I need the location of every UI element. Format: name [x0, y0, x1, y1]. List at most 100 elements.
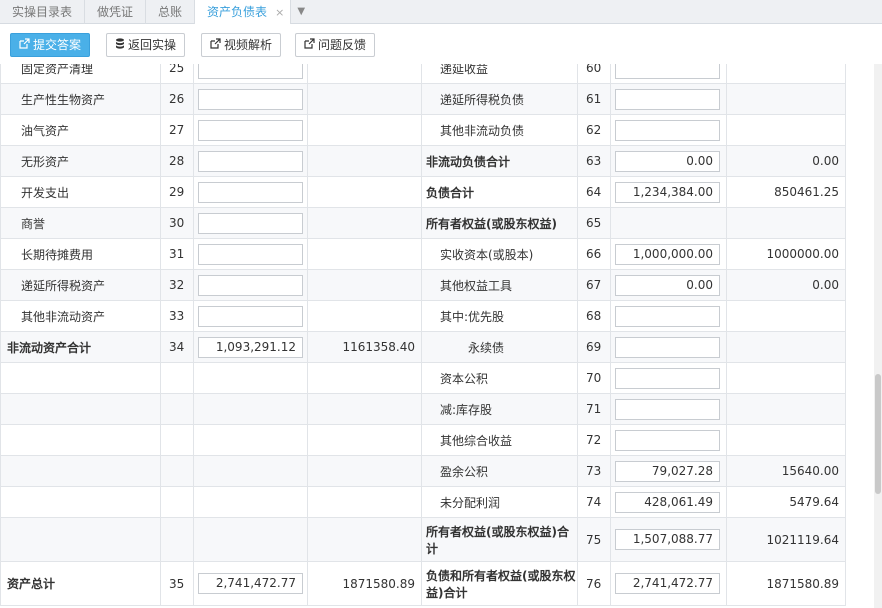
- liability-item-name: 负债合计: [421, 176, 578, 208]
- liability-end-balance-input[interactable]: [615, 305, 720, 327]
- back-to-practice-button[interactable]: 返回实操: [106, 33, 186, 57]
- asset-prior-balance: [307, 145, 422, 177]
- asset-end-balance-input[interactable]: [198, 150, 303, 172]
- liability-end-balance-input[interactable]: 428,061.49: [615, 491, 720, 513]
- liability-prior-balance: 1021119.64: [726, 517, 846, 562]
- asset-end-balance-input[interactable]: [198, 88, 303, 110]
- asset-end-balance-input-cell: [193, 114, 308, 146]
- asset-prior-balance: [307, 238, 422, 270]
- asset-prior-balance: [307, 176, 422, 208]
- liability-item-name: 所有者权益(或股东权益): [421, 207, 578, 239]
- table-row: 商誉 30 所有者权益(或股东权益) 65: [0, 207, 846, 239]
- asset-end-balance-input-cell: [193, 269, 308, 301]
- tab-make-voucher[interactable]: 做凭证: [85, 0, 147, 24]
- table-row: 减:库存股 71: [0, 393, 846, 425]
- toolbar: 提交答案 返回实操 视频解析 问题反馈: [0, 24, 882, 64]
- asset-line-number: 27: [160, 114, 194, 146]
- asset-line-number: 29: [160, 176, 194, 208]
- liability-prior-balance: [726, 83, 846, 115]
- asset-prior-balance: [307, 207, 422, 239]
- liability-end-balance-input[interactable]: [615, 398, 720, 420]
- liability-end-balance-input[interactable]: [615, 88, 720, 110]
- asset-end-balance-input-cell: [193, 517, 308, 562]
- liability-prior-balance: [726, 362, 846, 394]
- feedback-button[interactable]: 问题反馈: [295, 33, 376, 57]
- liability-line-number: 67: [577, 269, 611, 301]
- asset-end-balance-input[interactable]: [198, 181, 303, 203]
- vertical-scrollbar[interactable]: [874, 64, 882, 608]
- asset-end-balance-input[interactable]: [198, 243, 303, 265]
- asset-end-balance-input-cell: [193, 238, 308, 270]
- liability-end-balance-input[interactable]: [615, 429, 720, 451]
- asset-item-name: 非流动资产合计: [0, 331, 161, 363]
- asset-end-balance-input[interactable]: [198, 64, 303, 79]
- liability-end-balance-input[interactable]: 0.00: [615, 150, 720, 172]
- liability-line-number: 60: [577, 64, 611, 84]
- asset-end-balance-input-cell: [193, 207, 308, 239]
- asset-end-balance-input[interactable]: 2,741,472.77: [198, 573, 303, 594]
- liability-end-balance-input[interactable]: 2,741,472.77: [615, 573, 720, 594]
- asset-end-balance-input[interactable]: [198, 274, 303, 296]
- asset-line-number: [160, 455, 194, 487]
- liability-line-number: 71: [577, 393, 611, 425]
- liability-line-number: 72: [577, 424, 611, 456]
- liability-prior-balance: [726, 64, 846, 84]
- asset-prior-balance: [307, 83, 422, 115]
- liability-end-balance-input-cell: [610, 207, 727, 239]
- asset-prior-balance: [307, 300, 422, 332]
- close-icon[interactable]: ×: [275, 6, 284, 19]
- asset-line-number: 35: [160, 561, 194, 606]
- liability-end-balance-input[interactable]: 79,027.28: [615, 460, 720, 482]
- liability-end-balance-input[interactable]: [615, 336, 720, 358]
- liability-end-balance-input[interactable]: 1,000,000.00: [615, 243, 720, 265]
- liability-end-balance-input[interactable]: 1,234,384.00: [615, 181, 720, 203]
- table-row: 固定资产清理 25 递延收益 60: [0, 64, 846, 84]
- liability-line-number: 61: [577, 83, 611, 115]
- asset-end-balance-input[interactable]: [198, 212, 303, 234]
- liability-end-balance-input[interactable]: [615, 119, 720, 141]
- liability-line-number: 65: [577, 207, 611, 239]
- feedback-label: 问题反馈: [318, 38, 367, 52]
- table-row: 长期待摊费用 31 实收资本(或股本) 66 1,000,000.00 1000000.0…: [0, 238, 846, 270]
- liability-end-balance-input-cell: [610, 393, 727, 425]
- liability-end-balance-input[interactable]: [615, 367, 720, 389]
- asset-end-balance-input[interactable]: 1,093,291.12: [198, 336, 303, 358]
- liability-end-balance-input-cell: [610, 331, 727, 363]
- liability-end-balance-input[interactable]: 1,507,088.77: [615, 529, 720, 550]
- chevron-down-icon[interactable]: ▼: [291, 0, 311, 24]
- asset-end-balance-input-cell: [193, 145, 308, 177]
- external-link-icon: [19, 35, 30, 57]
- tab-balance-sheet[interactable]: 资产负债表 ×: [195, 0, 292, 24]
- liability-prior-balance: [726, 114, 846, 146]
- asset-line-number: 26: [160, 83, 194, 115]
- submit-answer-button[interactable]: 提交答案: [10, 33, 91, 57]
- asset-end-balance-input-cell: [193, 455, 308, 487]
- liability-item-name: 负债和所有者权益(或股东权益)合计: [421, 561, 578, 606]
- asset-end-balance-input[interactable]: [198, 119, 303, 141]
- tab-general-ledger[interactable]: 总账: [146, 0, 196, 24]
- asset-end-balance-input-cell: 1,093,291.12: [193, 331, 308, 363]
- table-row: 所有者权益(或股东权益)合计 75 1,507,088.77 1021119.64: [0, 517, 846, 562]
- table-row: 递延所得税资产 32 其他权益工具 67 0.00 0.00: [0, 269, 846, 301]
- asset-prior-balance: [307, 362, 422, 394]
- liability-end-balance-input-cell: 79,027.28: [610, 455, 727, 487]
- liability-line-number: 69: [577, 331, 611, 363]
- asset-prior-balance: [307, 269, 422, 301]
- video-analysis-button[interactable]: 视频解析: [201, 33, 282, 57]
- asset-end-balance-input[interactable]: [198, 305, 303, 327]
- liability-line-number: 76: [577, 561, 611, 606]
- asset-item-name: 长期待摊费用: [0, 238, 161, 270]
- liability-item-name: 资本公积: [421, 362, 578, 394]
- database-icon: [115, 35, 125, 57]
- scrollbar-thumb[interactable]: [875, 374, 881, 494]
- liability-prior-balance: 15640.00: [726, 455, 846, 487]
- balance-sheet-table: 固定资产清理 25 递延收益 60 生产性生物资产 26 递延所得税负债 61 油气资产 27 其他…: [0, 64, 846, 606]
- asset-line-number: [160, 424, 194, 456]
- tab-practice-catalog[interactable]: 实操目录表: [0, 0, 86, 24]
- asset-end-balance-input-cell: [193, 486, 308, 518]
- liability-end-balance-input[interactable]: [615, 64, 720, 79]
- liability-end-balance-input-cell: 428,061.49: [610, 486, 727, 518]
- asset-end-balance-input-cell: [193, 300, 308, 332]
- liability-end-balance-input[interactable]: 0.00: [615, 274, 720, 296]
- asset-end-balance-input-cell: [193, 362, 308, 394]
